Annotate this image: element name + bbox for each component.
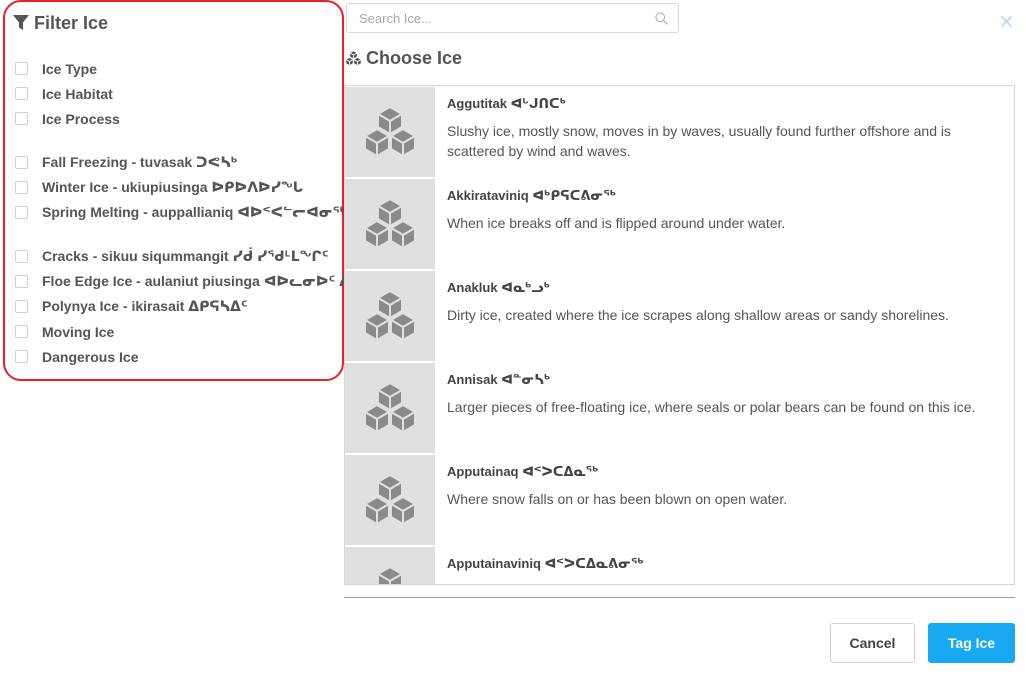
filter-option[interactable]: Cracks - sikuu siqummangit ᓯᑰ ᓯᖁᒻᒪᖏᑦ — [12, 244, 346, 269]
ice-list-item[interactable]: Anakluk ᐊᓇᒃᓗᒃ Dirty ice, created where th… — [345, 270, 1014, 362]
filter-option[interactable]: Polynya Ice - ikirasait ᐃᑭᕋᓴᐃᑦ — [12, 294, 346, 319]
filter-checkbox[interactable] — [15, 250, 28, 263]
filter-option-label: Winter Ice - ukiupiusinga ᐅᑭᐅᐱᐅᓯᖓ — [42, 179, 304, 195]
filter-option[interactable]: Moving Ice — [12, 319, 346, 344]
filter-group: Fall Freezing - tuvasak ᑐᕙᓴᒃ Winter Ice -… — [12, 150, 346, 225]
close-icon[interactable] — [1000, 15, 1013, 28]
ice-thumbnail — [345, 179, 435, 269]
filter-checkbox[interactable] — [15, 156, 28, 169]
ice-thumbnail — [345, 363, 435, 453]
ice-item-text: Apputainaviniq ᐊᑉᐳᑕᐃᓇᕕᓂᖅ — [435, 546, 1007, 584]
ice-thumbnail — [345, 455, 435, 545]
ice-description: Where snow falls on or has been blown on… — [447, 491, 788, 507]
ice-item-text: Apputainaq ᐊᑉᐳᑕᐃᓇᖅ Where snow falls on or… — [435, 454, 1007, 546]
filter-checkbox[interactable] — [15, 181, 28, 194]
filter-option-label: Polynya Ice - ikirasait ᐃᑭᕋᓴᐃᑦ — [42, 298, 248, 314]
search-box — [346, 3, 679, 33]
ice-list-item[interactable]: Annisak ᐊᓐᓂᓴᒃ Larger pieces of free-float… — [345, 362, 1014, 454]
filter-option[interactable]: Dangerous Ice — [12, 344, 346, 369]
filter-option-label: Ice Process — [42, 110, 120, 127]
ice-name: Aggutitak ᐊᒡᒍᑎᑕᒃ — [447, 96, 567, 111]
filter-title-text: Filter Ice — [34, 12, 109, 33]
filter-option[interactable]: Ice Process — [12, 106, 346, 131]
filter-option-label: Dangerous Ice — [42, 348, 139, 365]
ice-description: Dirty ice, created where the ice scrapes… — [447, 307, 949, 323]
filter-option[interactable]: Winter Ice - ukiupiusinga ᐅᑭᐅᐱᐅᓯᖓ — [12, 175, 346, 200]
filter-checkbox[interactable] — [15, 300, 28, 313]
ice-list-item[interactable]: Apputainaviniq ᐊᑉᐳᑕᐃᓇᕕᓂᖅ — [345, 546, 1014, 584]
filter-checkbox[interactable] — [15, 206, 28, 219]
ice-list[interactable]: Aggutitak ᐊᒡᒍᑎᑕᒃ Slushy ice, mostly snow,… — [344, 85, 1015, 585]
filter-option[interactable]: Ice Habitat — [12, 81, 346, 106]
choose-ice-title: Choose Ice — [345, 48, 462, 69]
filter-checkbox[interactable] — [15, 350, 28, 363]
filter-option-label: Floe Edge Ice - aulaniut piusinga ᐊᐅᓚᓂᐅᑦ… — [42, 273, 346, 289]
ice-picker-dialog: Filter Ice Ice Type Ice Habitat Ice Proces… — [0, 0, 1026, 675]
ice-name: Apputainaviniq ᐊᑉᐳᑕᐃᓇᕕᓂᖅ — [447, 556, 644, 571]
ice-cubes-icon — [364, 474, 416, 525]
ice-name: Apputainaq ᐊᑉᐳᑕᐃᓇᖅ — [447, 464, 599, 479]
ice-cubes-icon — [364, 106, 416, 157]
filter-group: Ice Type Ice Habitat Ice Process — [12, 56, 342, 131]
filter-panel: Filter Ice Ice Type Ice Habitat Ice Proces… — [3, 0, 346, 381]
filter-group: Cracks - sikuu siqummangit ᓯᑰ ᓯᖁᒻᒪᖏᑦ Floe… — [12, 244, 346, 369]
filter-checkbox[interactable] — [15, 325, 28, 338]
ice-cubes-icon — [364, 382, 416, 433]
ice-list-item[interactable]: Aggutitak ᐊᒡᒍᑎᑕᒃ Slushy ice, mostly snow,… — [345, 86, 1014, 178]
filter-option[interactable]: Floe Edge Ice - aulaniut piusinga ᐊᐅᓚᓂᐅᑦ… — [12, 269, 346, 294]
ice-thumbnail — [345, 271, 435, 361]
cubes-icon — [345, 50, 362, 67]
ice-list-item[interactable]: Akkirataviniq ᐊᒃᑭᕋᑕᕕᓂᖅ When ice breaks of… — [345, 178, 1014, 270]
filter-checkbox[interactable] — [15, 62, 28, 75]
ice-list-item[interactable]: Apputainaq ᐊᑉᐳᑕᐃᓇᖅ Where snow falls on or… — [345, 454, 1014, 546]
ice-name: Annisak ᐊᓐᓂᓴᒃ — [447, 372, 551, 387]
ice-cubes-icon — [364, 290, 416, 341]
cancel-button[interactable]: Cancel — [830, 623, 915, 663]
filter-option[interactable]: Ice Type — [12, 56, 346, 81]
choose-ice-title-text: Choose Ice — [366, 48, 463, 68]
filter-option-label: Ice Habitat — [42, 85, 113, 102]
filter-option-label: Spring Melting - auppallianiq ᐊᐅᑉᐸᓪᓕᐊᓂᖅ — [42, 204, 346, 220]
ice-thumbnail — [345, 87, 435, 177]
filter-option-label: Moving Ice — [42, 323, 115, 340]
search-icon[interactable] — [655, 12, 668, 25]
ice-item-text: Akkirataviniq ᐊᒃᑭᕋᑕᕕᓂᖅ When ice breaks of… — [435, 178, 1007, 270]
ice-thumbnail — [345, 547, 435, 584]
filter-option-label: Ice Type — [42, 60, 97, 77]
ice-name: Anakluk ᐊᓇᒃᓗᒃ — [447, 280, 551, 295]
filter-option[interactable]: Fall Freezing - tuvasak ᑐᕙᓴᒃ — [12, 150, 346, 175]
filter-groups: Ice Type Ice Habitat Ice Process Fall Freez… — [12, 56, 346, 369]
tag-ice-button[interactable]: Tag Ice — [928, 623, 1015, 663]
filter-checkbox[interactable] — [15, 112, 28, 125]
ice-cubes-icon — [377, 566, 403, 584]
ice-description: Larger pieces of free-floating ice, wher… — [447, 399, 976, 415]
search-input[interactable] — [347, 5, 637, 31]
filter-option[interactable]: Spring Melting - auppallianiq ᐊᐅᑉᐸᓪᓕᐊᓂᖅ — [12, 200, 346, 225]
ice-description: When ice breaks off and is flipped aroun… — [447, 215, 786, 231]
ice-cubes-icon — [364, 198, 416, 249]
ice-description: Slushy ice, mostly snow, moves in by wav… — [447, 123, 951, 159]
filter-title: Filter Ice — [12, 11, 342, 35]
filter-option-label: Cracks - sikuu siqummangit ᓯᑰ ᓯᖁᒻᒪᖏᑦ — [42, 248, 329, 264]
filter-checkbox[interactable] — [15, 275, 28, 288]
divider — [344, 597, 1015, 598]
ice-item-text: Aggutitak ᐊᒡᒍᑎᑕᒃ Slushy ice, mostly snow,… — [435, 86, 1007, 178]
filter-icon — [13, 15, 29, 30]
ice-item-text: Anakluk ᐊᓇᒃᓗᒃ Dirty ice, created where th… — [435, 270, 1007, 362]
ice-name: Akkirataviniq ᐊᒃᑭᕋᑕᕕᓂᖅ — [447, 188, 617, 203]
filter-option-label: Fall Freezing - tuvasak ᑐᕙᓴᒃ — [42, 154, 238, 170]
ice-item-text: Annisak ᐊᓐᓂᓴᒃ Larger pieces of free-float… — [435, 362, 1007, 454]
filter-checkbox[interactable] — [15, 87, 28, 100]
